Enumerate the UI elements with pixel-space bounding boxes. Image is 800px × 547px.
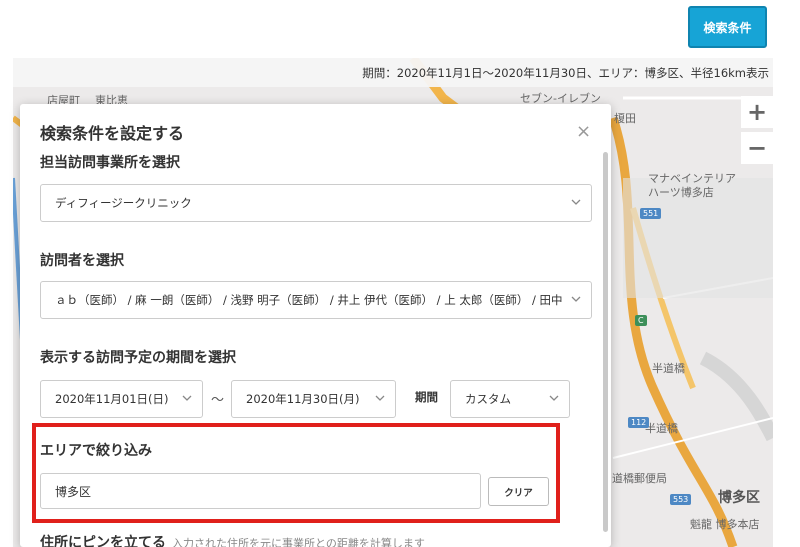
office-select-value: ディフィージークリニック	[55, 196, 192, 210]
start-date-select[interactable]: 2020年11月01日(日)	[40, 380, 203, 418]
start-date-value: 2020年11月01日(日)	[55, 392, 169, 406]
route-badge: 551	[640, 208, 662, 219]
search-conditions-button[interactable]: 検索条件	[688, 6, 767, 48]
pin-label-title: 住所にピンを立てる	[40, 535, 166, 547]
search-summary-bar: 期間：2020年11月1日〜2020年11月30日、エリア：博多区、半径16km…	[13, 58, 773, 87]
chevron-down-icon	[375, 395, 385, 401]
visitor-select[interactable]: ａｂ（医師） / 麻 一朗（医師） / 浅野 明子（医師） / 井上 伊代（医師…	[40, 281, 592, 319]
chevron-down-icon	[549, 395, 559, 401]
map-label: 榎田	[614, 112, 636, 125]
close-icon[interactable]: ×	[576, 121, 591, 142]
route-badge: C	[635, 315, 647, 326]
zoom-out-button[interactable]: −	[741, 132, 773, 164]
search-summary-text: 期間：2020年11月1日〜2020年11月30日、エリア：博多区、半径16km…	[362, 65, 769, 80]
period-type-label: 期間	[415, 390, 438, 404]
area-input[interactable]: 博多区	[40, 473, 481, 509]
office-label: 担当訪問事業所を選択	[40, 155, 180, 171]
visitor-label: 訪問者を選択	[40, 253, 124, 269]
map-label: ハーツ博多店	[648, 186, 714, 199]
map-label: 半道橋	[652, 362, 685, 375]
map-label: 道橋郵便局	[612, 472, 667, 485]
route-badge: 553	[670, 494, 692, 505]
date-range-separator: 〜	[211, 393, 225, 408]
map-label: 魁龍 博多本店	[690, 518, 760, 531]
pin-label: 住所にピンを立てる 入力された住所を元に事業所との距離を計算します	[40, 532, 425, 547]
end-date-select[interactable]: 2020年11月30日(月)	[231, 380, 396, 418]
scrollbar[interactable]	[603, 152, 608, 532]
period-label: 表示する訪問予定の期間を選択	[40, 350, 236, 366]
area-label: エリアで絞り込み	[40, 443, 152, 459]
office-select[interactable]: ディフィージークリニック	[40, 184, 592, 222]
clear-button[interactable]: クリア	[488, 477, 549, 506]
area-input-value: 博多区	[55, 484, 92, 499]
route-badge: 112	[628, 417, 650, 428]
chevron-down-icon	[182, 395, 192, 401]
map-label: 博多区	[718, 490, 760, 506]
chevron-down-icon	[571, 296, 581, 302]
map-label: 半道橋	[645, 422, 678, 435]
zoom-in-button[interactable]: +	[741, 96, 773, 128]
search-conditions-modal: 検索条件を設定する × 担当訪問事業所を選択 ディフィージークリニック 訪問者を…	[20, 104, 611, 547]
chevron-down-icon	[571, 199, 581, 205]
visitor-select-value: ａｂ（医師） / 麻 一朗（医師） / 浅野 明子（医師） / 井上 伊代（医師…	[55, 293, 563, 307]
end-date-value: 2020年11月30日(月)	[246, 392, 360, 406]
modal-title: 検索条件を設定する	[40, 124, 185, 143]
pin-label-subtitle: 入力された住所を元に事業所との距離を計算します	[172, 537, 425, 547]
period-type-select[interactable]: カスタム	[450, 380, 570, 418]
